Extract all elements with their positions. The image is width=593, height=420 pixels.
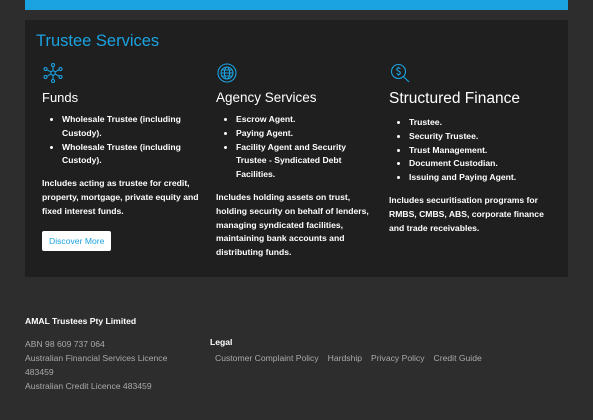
company-name: AMAL Trustees Pty Limited [25,316,137,326]
list-item: Issuing and Paying Agent. [409,171,554,185]
service-description: Includes securitisation programs for RMB… [389,194,544,233]
network-icon [43,62,63,84]
list-item: Trustee. [409,116,554,130]
service-heading: Funds [42,90,79,105]
service-list: Trustee. Security Trustee. Trust Managem… [389,116,554,185]
trustee-services-card: Trustee Services Funds Wholesale Trustee… [25,20,568,277]
service-column-funds: Funds Wholesale Trustee (including Custo… [42,62,202,251]
service-description: Includes holding assets on trust, holdin… [216,191,369,258]
privacy-policy-link[interactable]: Privacy Policy [371,353,424,363]
site-footer: AMAL Trustees Pty Limited ABN 98 609 737… [0,287,593,420]
top-accent-bar [25,0,568,10]
service-list: Wholesale Trustee (including Custody). W… [42,113,202,168]
list-item: Facility Agent and Security Trustee - Sy… [236,141,376,182]
list-item: Document Custodian. [409,157,554,171]
service-column-structured-finance: Structured Finance Trustee. Security Tru… [389,62,554,235]
complaint-policy-link[interactable]: Customer Complaint Policy [215,353,319,363]
service-description: Includes acting as trustee for credit, p… [42,178,199,216]
service-list: Escrow Agent. Paying Agent. Facility Age… [216,113,376,182]
company-details: ABN 98 609 737 064 Australian Financial … [25,337,195,393]
legal-links: Customer Complaint Policy Hardship Priva… [215,353,482,363]
list-item: Trust Management. [409,144,554,158]
service-heading: Agency Services [216,90,317,105]
dollar-search-icon [390,63,410,83]
abn-text: ABN 98 609 737 064 [25,339,105,349]
service-heading: Structured Finance [389,90,520,107]
list-item: Security Trustee. [409,130,554,144]
credit-guide-link[interactable]: Credit Guide [434,353,482,363]
legal-heading: Legal [210,337,233,347]
acl-text: Australian Credit Licence 483459 [25,381,152,391]
discover-more-button[interactable]: Discover More [42,230,112,251]
section-title: Trustee Services [36,32,160,50]
list-item: Wholesale Trustee (including Custody). [62,113,202,141]
list-item: Escrow Agent. [236,113,376,127]
globe-icon [217,63,237,83]
list-item: Paying Agent. [236,127,376,141]
list-item: Wholesale Trustee (including Custody). [62,141,202,169]
hardship-link[interactable]: Hardship [328,353,362,363]
service-column-agency: Agency Services Escrow Agent. Paying Age… [216,62,376,260]
afsl-text: Australian Financial Services Licence 48… [25,353,168,377]
